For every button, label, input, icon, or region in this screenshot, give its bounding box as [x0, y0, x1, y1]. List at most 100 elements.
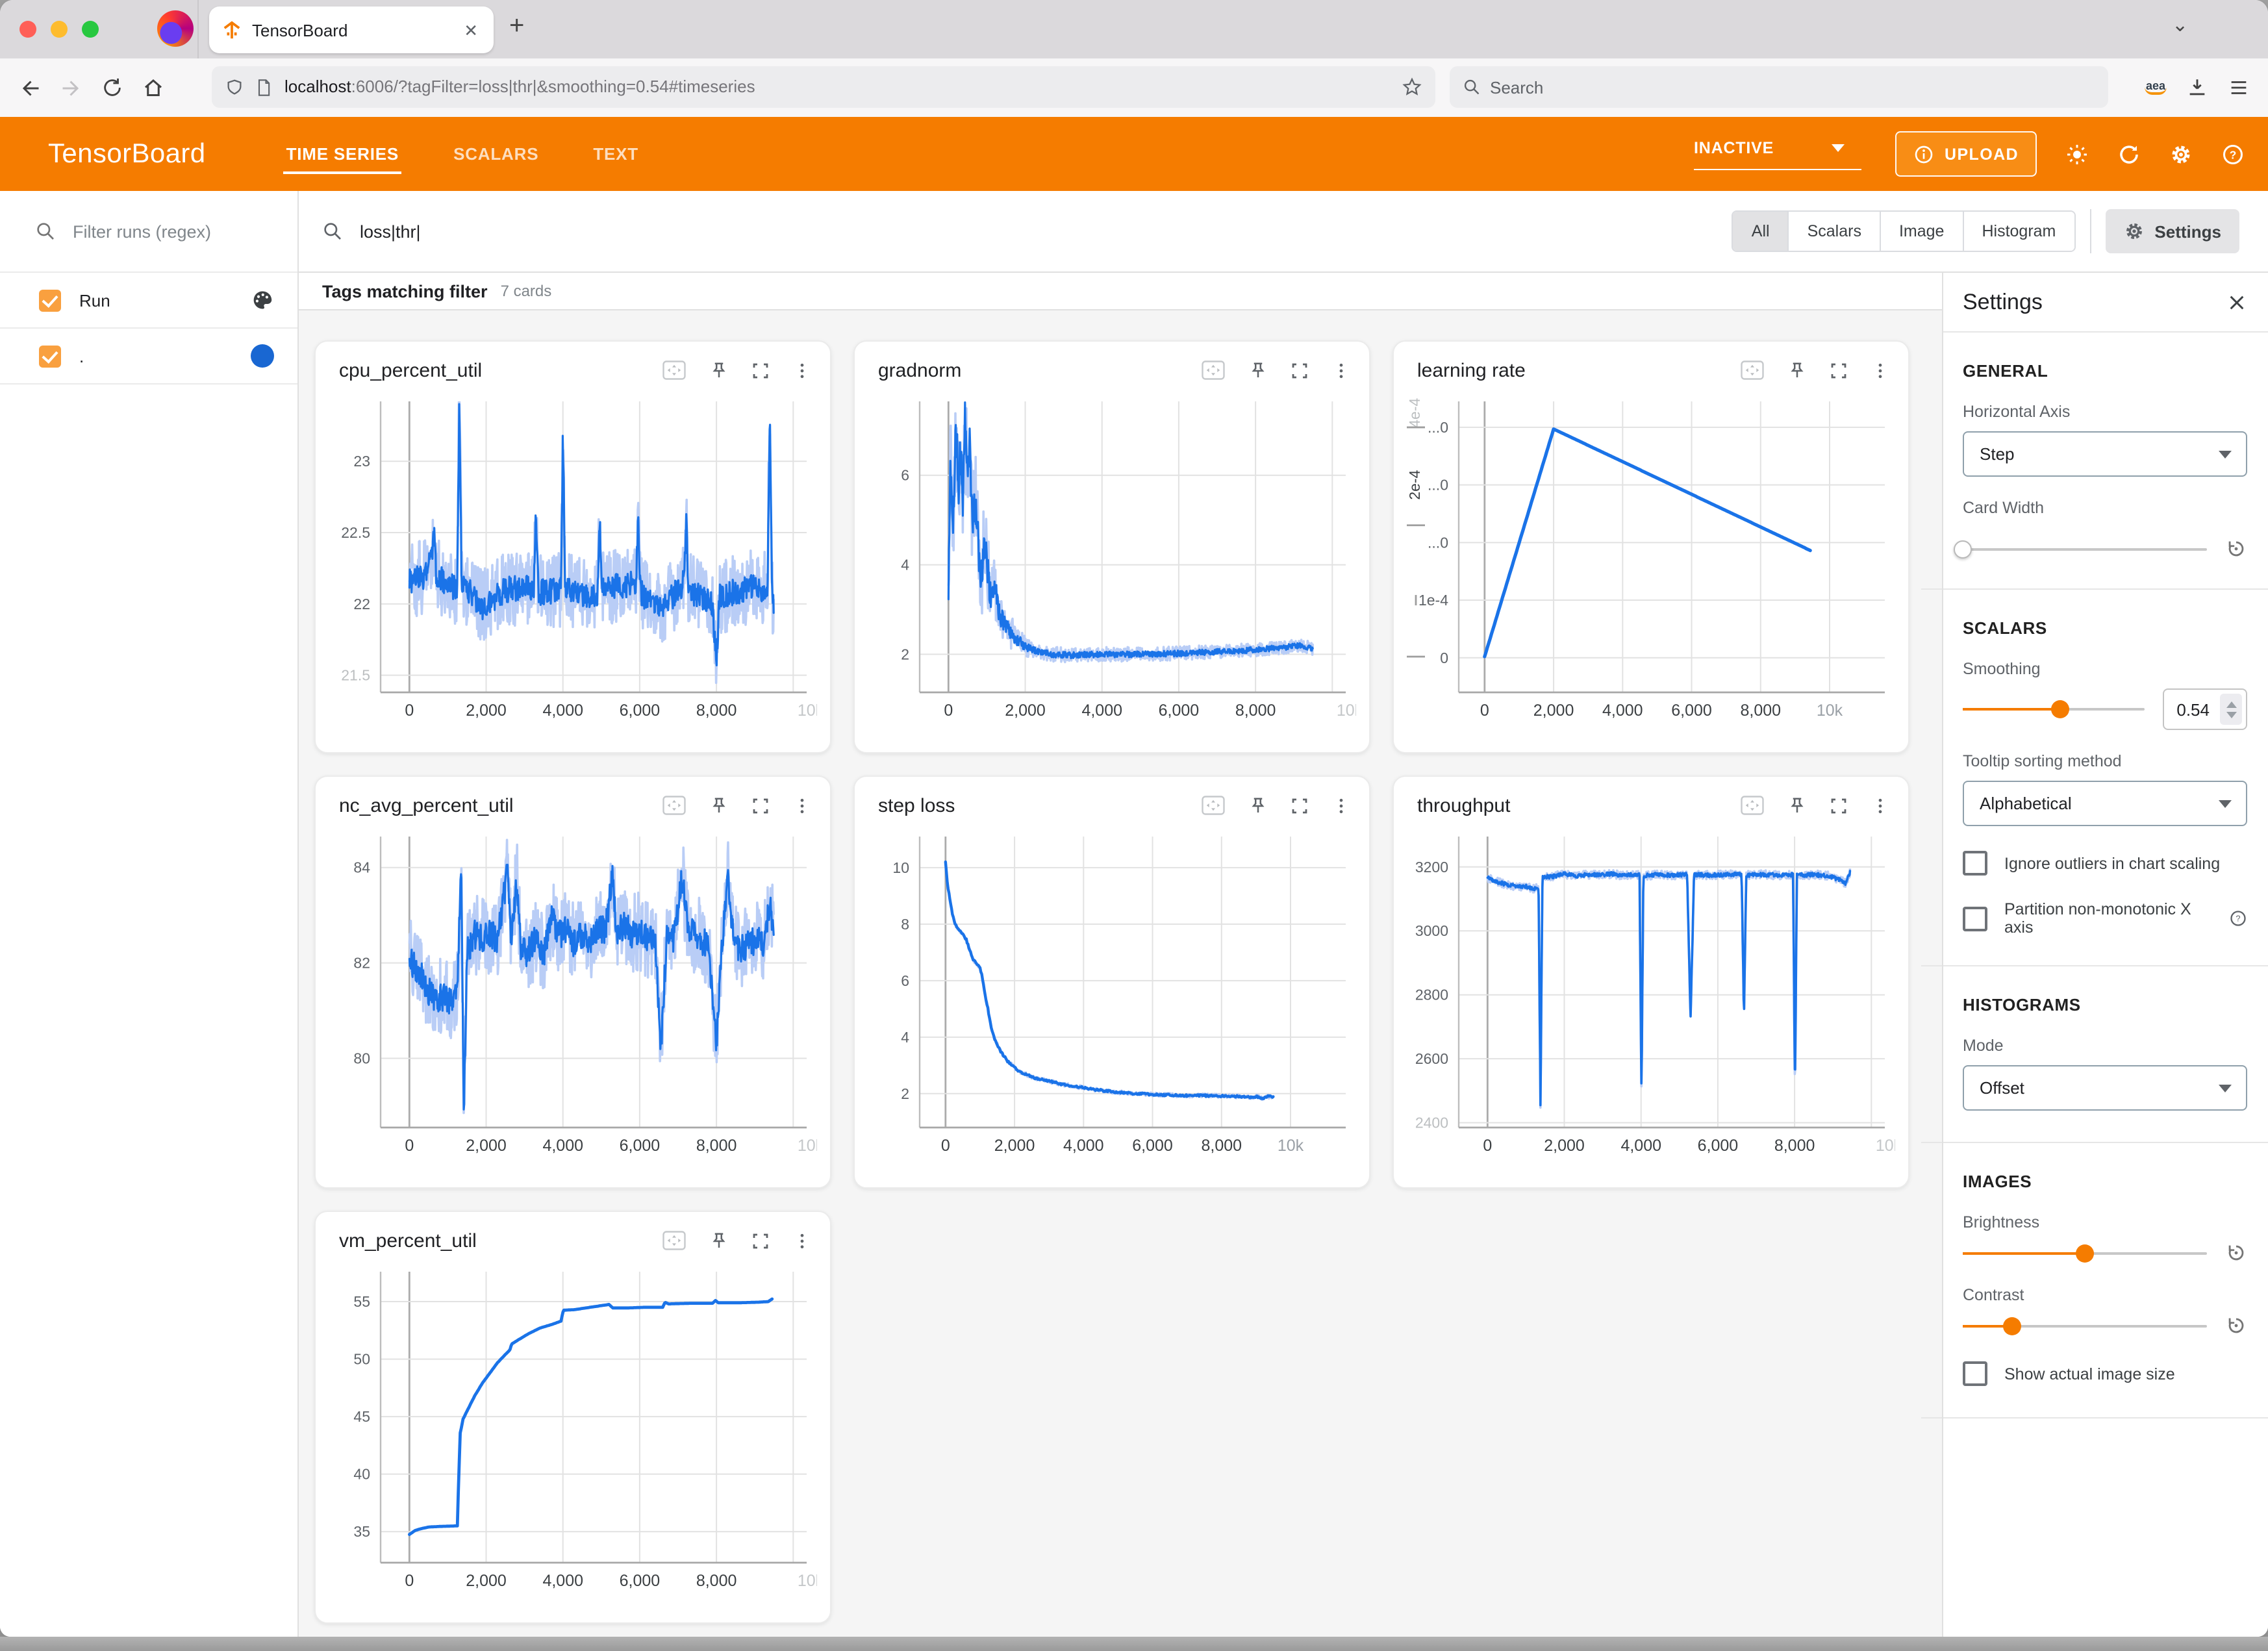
reset-icon[interactable] — [2225, 1242, 2247, 1264]
gear-icon[interactable] — [2169, 142, 2193, 166]
chart-plot[interactable]: 02,0004,0006,0008,00010k246810 — [855, 777, 1370, 1189]
main-content: loss|thr| All Scalars Image Histogram Se… — [299, 191, 2268, 1637]
fullscreen-icon[interactable] — [751, 796, 770, 815]
extension-badge-icon[interactable]: aea — [2145, 79, 2167, 95]
tooltip-sorting-select[interactable]: Alphabetical — [1963, 781, 2247, 826]
more-menu-icon[interactable] — [1331, 796, 1351, 815]
help-icon[interactable]: ? — [2229, 909, 2247, 927]
pin-icon[interactable] — [1787, 360, 1807, 380]
chart-plot[interactable]: 02,0004,0006,0008,00010k01e-4...0...0...… — [1394, 342, 1909, 753]
fullscreen-icon[interactable] — [751, 1231, 770, 1250]
forward-icon[interactable] — [60, 76, 83, 99]
brightness-slider[interactable] — [1963, 1244, 2207, 1262]
partition-x-axis-row[interactable]: Partition non-monotonic X axis ? — [1963, 900, 2247, 937]
ignore-outliers-checkbox[interactable] — [1963, 851, 1987, 876]
fit-domain-icon[interactable] — [661, 1229, 687, 1252]
browser-tab[interactable]: TensorBoard ✕ — [209, 6, 494, 53]
run-filter-input[interactable]: Filter runs (regex) — [0, 191, 297, 273]
fit-domain-icon[interactable] — [1739, 359, 1765, 382]
fit-domain-icon[interactable] — [661, 359, 687, 382]
stepper-icon[interactable] — [2220, 694, 2242, 725]
palette-icon[interactable] — [251, 288, 274, 312]
page-info-icon[interactable] — [255, 77, 273, 97]
tab-list-chevron-icon[interactable]: ⌄ — [2172, 13, 2188, 36]
chart-plot[interactable]: 02,0004,0006,0008,00010k246 — [855, 342, 1356, 753]
chart-plot[interactable]: 02,0004,0006,0008,00010k2400260028003000… — [1394, 777, 1895, 1189]
smoothing-value-input[interactable]: 0.54 — [2162, 688, 2247, 730]
histogram-mode-select[interactable]: Offset — [1963, 1065, 2247, 1111]
menu-hamburger-icon[interactable] — [2228, 76, 2250, 98]
settings-button[interactable]: Settings — [2105, 209, 2239, 253]
window-controls[interactable] — [19, 21, 99, 38]
contrast-slider[interactable] — [1963, 1317, 2207, 1335]
horizontal-axis-select[interactable]: Step — [1963, 431, 2247, 477]
reload-icon[interactable] — [101, 77, 123, 99]
minimize-window-button[interactable] — [51, 21, 68, 38]
more-menu-icon[interactable] — [792, 1231, 812, 1250]
downloads-icon[interactable] — [2186, 76, 2208, 98]
more-menu-icon[interactable] — [792, 796, 812, 815]
chart-plot[interactable]: 02,0004,0006,0008,00010k808284 — [316, 777, 817, 1189]
card-width-slider[interactable] — [1963, 540, 2207, 558]
fit-domain-icon[interactable] — [661, 794, 687, 817]
pin-icon[interactable] — [709, 1231, 729, 1250]
pin-icon[interactable] — [709, 796, 729, 815]
show-actual-size-row[interactable]: Show actual image size — [1963, 1361, 2247, 1386]
url-bar[interactable]: localhost:6006/?tagFilter=loss|thr|&smoo… — [212, 66, 1435, 108]
more-menu-icon[interactable] — [1871, 360, 1890, 380]
run-row-dot[interactable]: . — [0, 329, 297, 384]
shield-icon[interactable] — [225, 77, 244, 97]
refresh-icon[interactable] — [2117, 142, 2141, 166]
run-color-dot[interactable] — [251, 344, 274, 368]
reload-status-select[interactable]: INACTIVE — [1694, 138, 1861, 170]
tab-time-series[interactable]: TIME SERIES — [284, 134, 402, 174]
fullscreen-icon[interactable] — [751, 360, 770, 380]
reset-icon[interactable] — [2225, 538, 2247, 560]
show-actual-size-checkbox[interactable] — [1963, 1361, 1987, 1386]
fit-domain-icon[interactable] — [1739, 794, 1765, 817]
chart-plot[interactable]: 02,0004,0006,0008,00010k21.52222.523 — [316, 342, 817, 753]
zoom-window-button[interactable] — [82, 21, 99, 38]
new-tab-button[interactable]: + — [509, 12, 524, 42]
run-checkbox[interactable] — [39, 289, 61, 311]
fullscreen-icon[interactable] — [1290, 796, 1309, 815]
bookmark-star-icon[interactable] — [1402, 77, 1422, 97]
fullscreen-icon[interactable] — [1829, 360, 1848, 380]
run-checkbox[interactable] — [39, 345, 61, 367]
firefox-icon[interactable] — [157, 10, 194, 47]
fullscreen-icon[interactable] — [1829, 796, 1848, 815]
partition-x-axis-checkbox[interactable] — [1963, 906, 1987, 931]
filter-histogram-button[interactable]: Histogram — [1962, 212, 2074, 251]
tab-text[interactable]: TEXT — [590, 134, 641, 174]
chart-plot[interactable]: 02,0004,0006,0008,00010k3540455055 — [316, 1212, 817, 1624]
ignore-outliers-row[interactable]: Ignore outliers in chart scaling — [1963, 851, 2247, 876]
fullscreen-icon[interactable] — [1290, 360, 1309, 380]
reset-icon[interactable] — [2225, 1315, 2247, 1337]
run-row-header[interactable]: Run — [0, 273, 297, 329]
upload-button[interactable]: UPLOAD — [1895, 131, 2037, 177]
tensorboard-logo[interactable]: TensorBoard — [48, 138, 206, 170]
fit-domain-icon[interactable] — [1200, 359, 1226, 382]
search-bar[interactable]: Search — [1450, 66, 2108, 108]
tab-scalars[interactable]: SCALARS — [451, 134, 541, 174]
fit-domain-icon[interactable] — [1200, 794, 1226, 817]
pin-icon[interactable] — [1248, 796, 1268, 815]
filter-image-button[interactable]: Image — [1880, 212, 1963, 251]
pin-icon[interactable] — [1248, 360, 1268, 380]
filter-scalars-button[interactable]: Scalars — [1788, 212, 1880, 251]
pin-icon[interactable] — [1787, 796, 1807, 815]
back-icon[interactable] — [18, 76, 42, 99]
filter-all-button[interactable]: All — [1733, 212, 1788, 251]
home-icon[interactable] — [142, 76, 165, 99]
pin-icon[interactable] — [709, 360, 729, 380]
tag-filter-input[interactable]: loss|thr| — [322, 221, 1732, 242]
close-window-button[interactable] — [19, 21, 36, 38]
brightness-icon[interactable] — [2065, 142, 2089, 166]
more-menu-icon[interactable] — [1871, 796, 1890, 815]
help-icon[interactable]: ? — [2221, 142, 2245, 166]
more-menu-icon[interactable] — [792, 360, 812, 380]
more-menu-icon[interactable] — [1331, 360, 1351, 380]
tab-close-icon[interactable]: ✕ — [461, 19, 481, 41]
close-icon[interactable] — [2226, 292, 2247, 312]
smoothing-slider[interactable] — [1963, 700, 2144, 718]
